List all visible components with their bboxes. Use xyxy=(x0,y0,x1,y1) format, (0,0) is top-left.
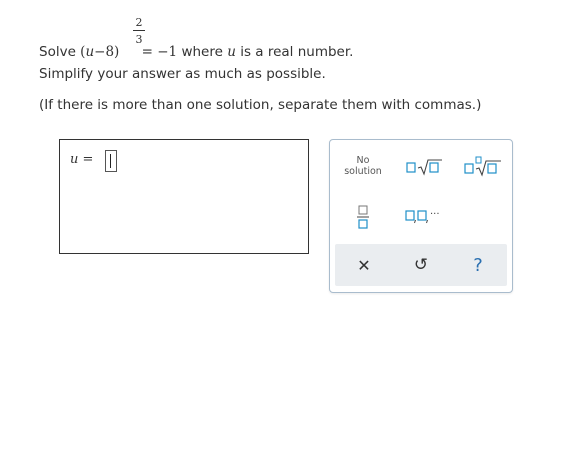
exponent-numerator: 2 xyxy=(135,16,143,29)
no-solution-label-1: No xyxy=(356,155,370,166)
sqrt-button[interactable] xyxy=(402,154,446,180)
no-solution-label-2: solution xyxy=(344,166,382,177)
question-mid: where xyxy=(181,44,223,60)
question-variable: u xyxy=(227,44,236,60)
answer-label: u = xyxy=(70,152,94,167)
help-button[interactable]: ? xyxy=(465,252,491,278)
clear-button[interactable]: ✕ xyxy=(351,252,377,278)
text-cursor xyxy=(110,154,111,168)
nth-root-icon xyxy=(464,156,501,177)
undo-button[interactable]: ↺ xyxy=(408,252,434,278)
exponent-fraction: 2 3 xyxy=(133,16,145,46)
question-statement: Solve (u−8) = −1 where u is a real numbe… xyxy=(39,44,353,60)
no-solution-button[interactable]: No solution xyxy=(338,152,388,180)
list-ellipsis: ... xyxy=(430,206,440,217)
answer-area[interactable]: u = xyxy=(59,139,309,254)
help-icon: ? xyxy=(473,254,483,276)
undo-icon: ↺ xyxy=(413,255,429,275)
question-suffix: is a real number. xyxy=(240,44,354,60)
equation-rhs: = −1 xyxy=(141,44,178,60)
question-note: (If there is more than one solution, sep… xyxy=(39,97,482,113)
action-bar: ✕ ↺ ? xyxy=(335,244,507,286)
sqrt-icon xyxy=(406,159,442,176)
nth-root-button[interactable] xyxy=(461,154,505,180)
list-button[interactable]: ... xyxy=(402,204,446,228)
math-palette: No solution ... ✕ ↺ ? xyxy=(329,139,513,293)
fraction-bar xyxy=(133,30,145,31)
fraction-icon xyxy=(357,205,369,229)
fraction-button[interactable] xyxy=(350,202,376,232)
answer-input[interactable] xyxy=(105,150,117,172)
question-instruction: Simplify your answer as much as possible… xyxy=(39,66,326,82)
equation-base: (u−8) xyxy=(80,44,120,60)
close-icon: ✕ xyxy=(357,255,371,275)
question-prefix: Solve xyxy=(39,44,76,60)
